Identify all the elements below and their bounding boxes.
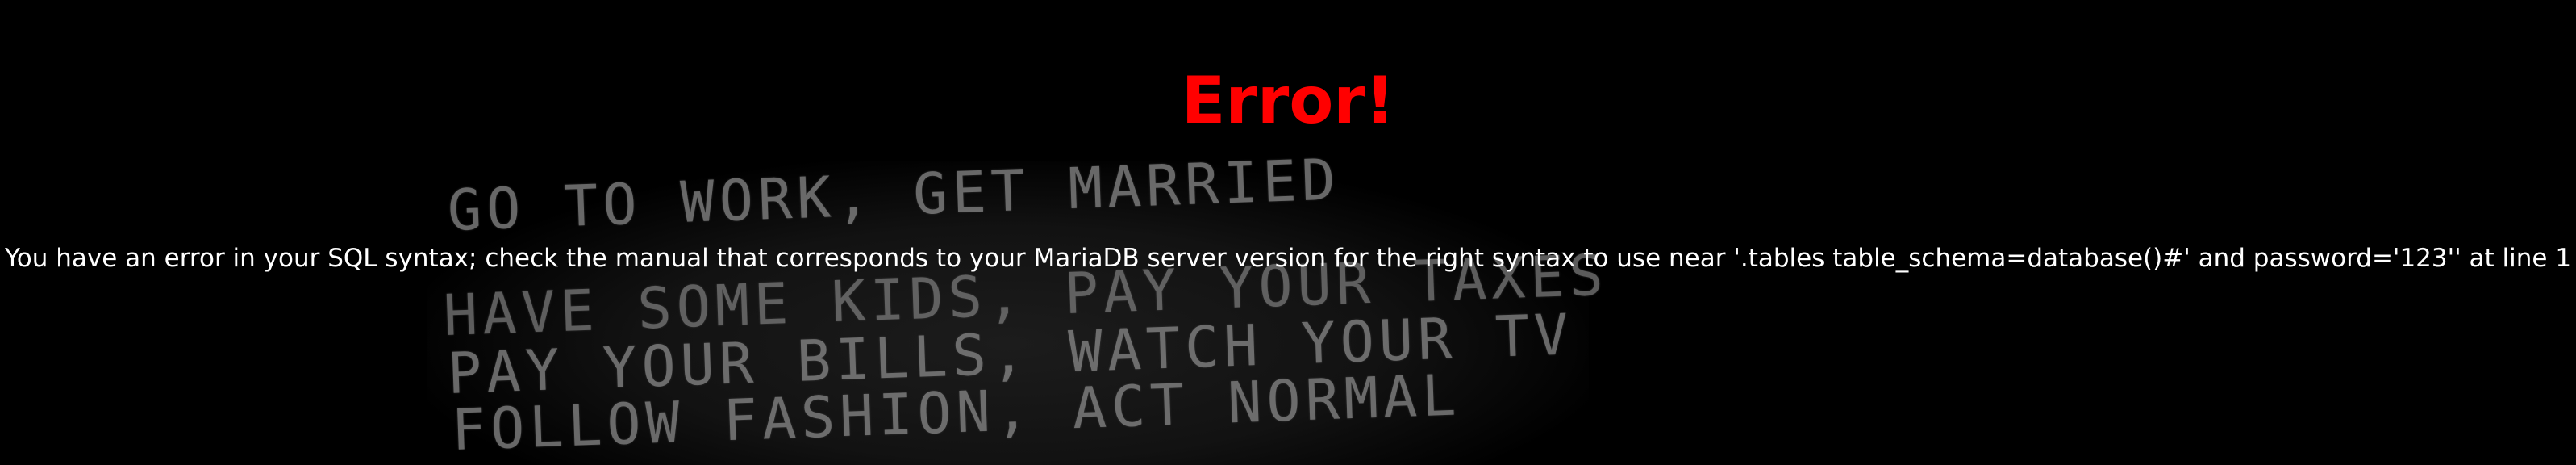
- error-page: GO TO WORK, GET MARRIED HAVE SOME KIDS, …: [0, 0, 2576, 465]
- error-title: Error!: [1181, 63, 1395, 138]
- background-photo: GO TO WORK, GET MARRIED HAVE SOME KIDS, …: [427, 146, 1609, 465]
- background-text-line: GO TO WORK, GET MARRIED: [446, 146, 1342, 244]
- error-message: You have an error in your SQL syntax; ch…: [4, 244, 2572, 273]
